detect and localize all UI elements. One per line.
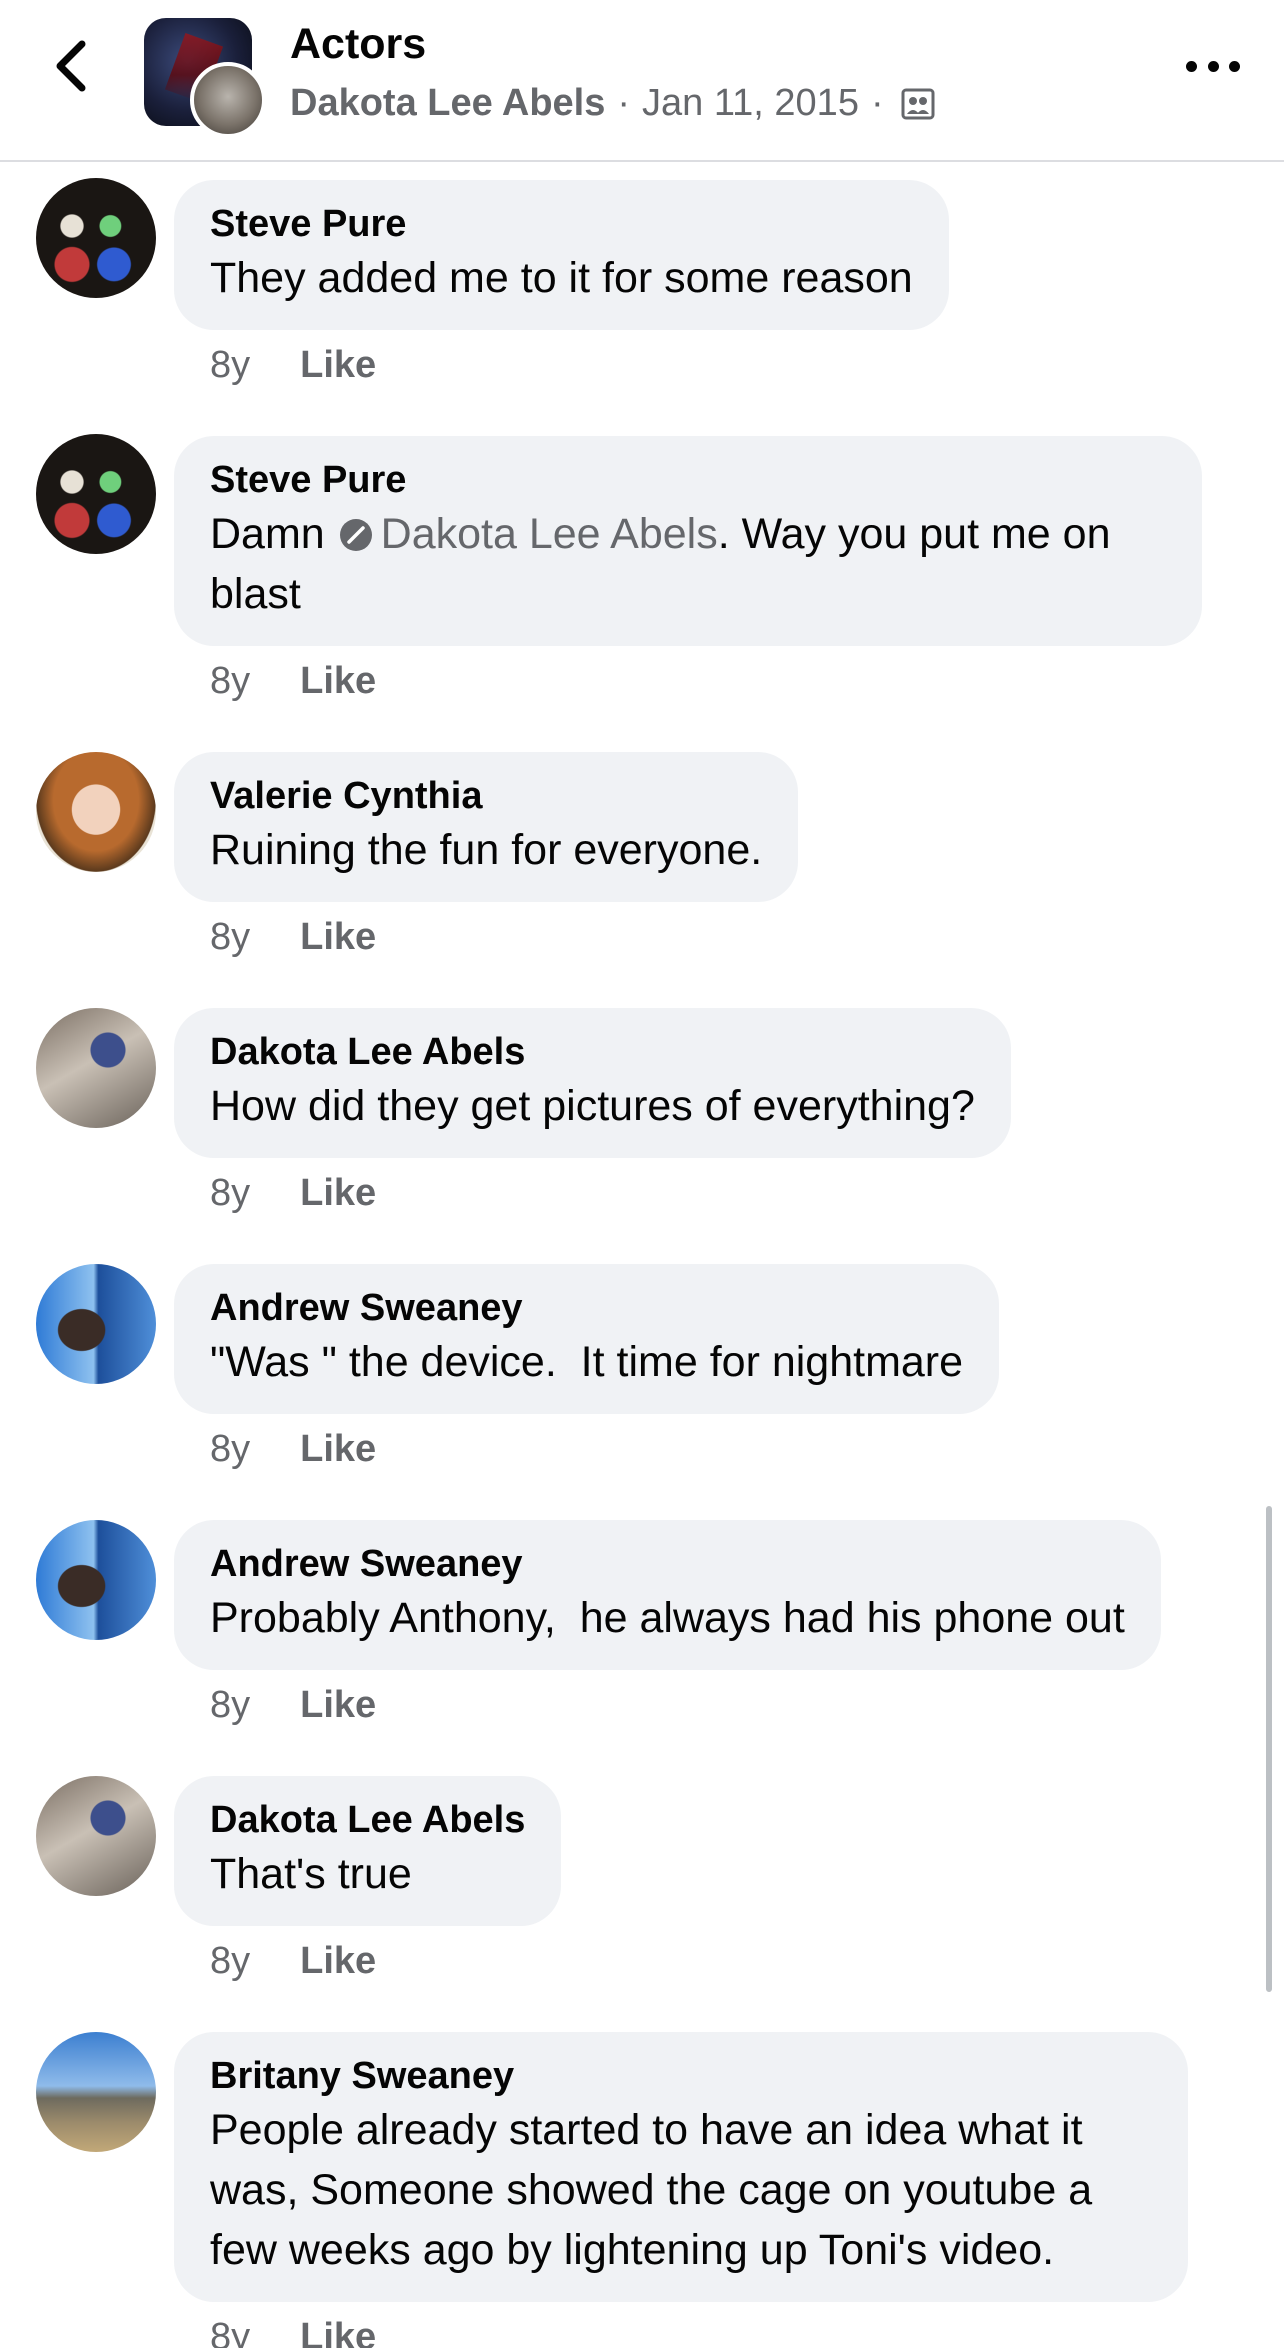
mention-link[interactable]: Dakota Lee Abels <box>381 510 718 558</box>
commenter-name[interactable]: Dakota Lee Abels <box>210 1028 975 1076</box>
comment-time[interactable]: 8y <box>210 344 250 387</box>
comment-time[interactable]: 8y <box>210 1684 250 1727</box>
comment-text: Probably Anthony, he always had his phon… <box>210 1594 1125 1642</box>
avatar[interactable] <box>36 1776 156 1896</box>
comment-actions: 8y Like <box>210 916 376 959</box>
comment-text: How did they get pictures of everything? <box>210 1082 975 1130</box>
comment-bubble[interactable]: Dakota Lee Abels That's true <box>174 1776 562 1926</box>
comment-bubble[interactable]: Steve Pure Damn Dakota Lee Abels. Way yo… <box>174 436 1202 646</box>
comment-actions: 8y Like <box>210 1940 376 1983</box>
commenter-name[interactable]: Britany Sweaney <box>210 2052 1152 2100</box>
comment-actions: 8y Like <box>210 1428 376 1471</box>
comment-bubble[interactable]: Steve Pure They added me to it for some … <box>174 180 949 330</box>
comment-time[interactable]: 8y <box>210 660 250 703</box>
comment-actions: 8y Like <box>210 1172 376 1215</box>
comment-text: Ruining the fun for everyone. <box>210 826 763 874</box>
scrollbar[interactable] <box>1266 1506 1272 1992</box>
like-button[interactable]: Like <box>300 660 376 703</box>
comment-actions: 8y Like <box>210 1684 376 1727</box>
comment-bubble[interactable]: Valerie Cynthia Ruining the fun for ever… <box>174 752 799 902</box>
like-button[interactable]: Like <box>300 344 376 387</box>
post-meta: Dakota Lee Abels · Jan 11, 2015 · <box>290 82 936 125</box>
comment-text: That's true <box>210 1850 412 1898</box>
commenter-name[interactable]: Andrew Sweaney <box>210 1284 963 1332</box>
avatar[interactable] <box>36 1520 156 1640</box>
avatar[interactable] <box>36 1008 156 1128</box>
commenter-name[interactable]: Steve Pure <box>210 200 913 248</box>
comment-actions: 8y Like <box>210 660 376 703</box>
like-button[interactable]: Like <box>300 1428 376 1471</box>
back-button[interactable] <box>46 36 96 96</box>
group-name[interactable]: Actors <box>290 20 426 69</box>
post-header: Actors Dakota Lee Abels · Jan 11, 2015 · <box>0 0 1284 162</box>
comment-text: "Was " the device. It time for nightmare <box>210 1338 964 1386</box>
comment-text: They added me to it for some reason <box>210 254 913 302</box>
comment-time[interactable]: 8y <box>210 2316 250 2348</box>
comment-bubble[interactable]: Britany Sweaney People already started t… <box>174 2032 1188 2302</box>
meta-separator: · <box>870 82 884 124</box>
more-options-button[interactable] <box>1186 46 1240 86</box>
post-date[interactable]: Jan 11, 2015 <box>642 82 859 125</box>
like-button[interactable]: Like <box>300 2316 376 2348</box>
comment-text: Damn Dakota Lee Abels. Way you put me on… <box>210 504 1166 624</box>
like-button[interactable]: Like <box>300 916 376 959</box>
comment-actions: 8y Like <box>210 344 376 387</box>
more-dots-icon <box>1207 60 1219 72</box>
comment-actions: 8y Like <box>210 2316 376 2348</box>
post-author[interactable]: Dakota Lee Abels <box>290 82 605 125</box>
like-button[interactable]: Like <box>300 1940 376 1983</box>
like-button[interactable]: Like <box>300 1684 376 1727</box>
comment-time[interactable]: 8y <box>210 1172 250 1215</box>
commenter-name[interactable]: Dakota Lee Abels <box>210 1796 525 1844</box>
more-dots-icon <box>1229 60 1240 72</box>
members-privacy-icon <box>901 88 935 119</box>
commenter-name[interactable]: Andrew Sweaney <box>210 1540 1125 1588</box>
avatar[interactable] <box>36 1264 156 1384</box>
comment-bubble[interactable]: Andrew Sweaney "Was " the device. It tim… <box>174 1264 1000 1414</box>
author-avatar[interactable] <box>190 62 266 138</box>
avatar[interactable] <box>36 178 156 298</box>
comment-bubble[interactable]: Dakota Lee Abels How did they get pictur… <box>174 1008 1011 1158</box>
commenter-name[interactable]: Steve Pure <box>210 456 1166 504</box>
comment-time[interactable]: 8y <box>210 1940 250 1983</box>
more-dots-icon <box>1186 60 1197 72</box>
comment-time[interactable]: 8y <box>210 916 250 959</box>
comment-text: People already started to have an idea w… <box>210 2106 1093 2274</box>
commenter-name[interactable]: Valerie Cynthia <box>210 772 762 820</box>
like-button[interactable]: Like <box>300 1172 376 1215</box>
meta-separator: · <box>617 82 631 124</box>
avatar[interactable] <box>36 434 156 554</box>
comment-bubble[interactable]: Andrew Sweaney Probably Anthony, he alwa… <box>174 1520 1161 1670</box>
avatar[interactable] <box>36 2032 156 2152</box>
chevron-left-icon <box>56 40 86 92</box>
profile-mention-icon <box>339 519 372 551</box>
comment-text-start: Damn <box>210 510 325 558</box>
comment-time[interactable]: 8y <box>210 1428 250 1471</box>
avatar[interactable] <box>36 752 156 872</box>
